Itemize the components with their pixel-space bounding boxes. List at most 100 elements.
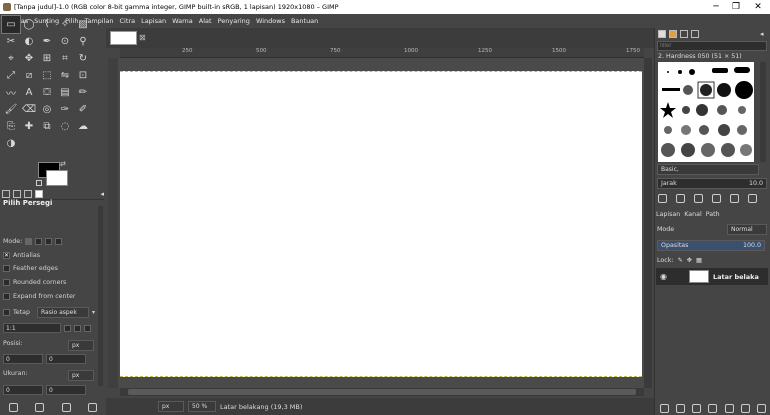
text-tool-icon[interactable]: A — [20, 84, 38, 101]
layer-opacity-slider[interactable]: Opasitas 100.0 — [657, 240, 765, 251]
dock-menu-icon[interactable]: ◂ — [760, 30, 764, 38]
unit-dropdown[interactable]: px — [158, 401, 184, 412]
crop-tool-icon[interactable]: ⌗ — [56, 50, 74, 67]
pencil-tool-icon[interactable]: ✏ — [74, 84, 92, 101]
cage-tool-icon[interactable]: ⊡ — [74, 67, 92, 84]
size-h-input[interactable]: 0 — [46, 385, 86, 395]
minimize-button[interactable]: ─ — [706, 0, 726, 14]
patterns-tab-icon[interactable] — [669, 30, 677, 38]
blur-tool-icon[interactable]: ◌ — [56, 118, 74, 135]
paintbrush-tool-icon[interactable]: 🖌 — [2, 101, 20, 118]
fonts-tab-icon[interactable] — [680, 30, 688, 38]
ratio-input[interactable]: 1:1 — [3, 323, 61, 333]
eraser-tool-icon[interactable]: ⌫ — [20, 101, 38, 118]
feather-checkbox[interactable] — [3, 265, 10, 272]
clone-tool-icon[interactable]: ⎘ — [2, 118, 20, 135]
color-picker-tool-icon[interactable]: ⊙ — [56, 33, 74, 50]
reset-options-icon[interactable] — [88, 403, 98, 412]
brush-grid-scrollbar[interactable] — [760, 62, 766, 162]
menu-alat[interactable]: Alat — [196, 17, 215, 25]
layer-mode-dropdown[interactable]: Normal — [727, 224, 767, 235]
feather-row[interactable]: Feather edges — [3, 265, 58, 272]
tab-path[interactable]: Path — [706, 211, 720, 218]
portrait-icon[interactable] — [74, 324, 81, 332]
alignment-tool-icon[interactable]: ⊞ — [38, 50, 56, 67]
ellipse-select-tool-icon[interactable]: ◯ — [20, 16, 38, 33]
lock-alpha-icon[interactable]: ▦ — [696, 257, 702, 264]
merge-layer-icon[interactable] — [741, 403, 751, 413]
menu-windows[interactable]: Windows — [253, 17, 288, 25]
mode-replace-icon[interactable] — [25, 238, 33, 245]
image-canvas[interactable] — [120, 71, 642, 377]
warp-tool-icon[interactable]: 〰 — [2, 84, 20, 101]
zoom-dropdown[interactable]: 50 % — [188, 401, 216, 412]
brush-grid[interactable] — [658, 62, 754, 162]
menu-penyaring[interactable]: Penyaring — [215, 17, 253, 25]
rect-select-tool-icon[interactable]: ▭ — [1, 15, 21, 34]
rounded-row[interactable]: Rounded corners — [3, 279, 66, 286]
bucket-fill-tool-icon[interactable]: ⛋ — [38, 84, 56, 101]
layer-list-item[interactable]: ◉ Latar belaka — [656, 268, 768, 285]
size-w-input[interactable]: 0 — [3, 385, 43, 395]
horizontal-scrollbar-thumb[interactable] — [128, 389, 636, 395]
new-layer-icon[interactable] — [659, 403, 669, 413]
tab-lapisan[interactable]: Lapisan — [656, 211, 680, 218]
tool-options-scrollbar[interactable] — [98, 206, 103, 386]
select-by-color-tool-icon[interactable]: ▨ — [74, 16, 92, 33]
landscape-icon[interactable] — [84, 324, 91, 332]
mode-subtract-icon[interactable] — [45, 238, 53, 245]
close-button[interactable]: ✕ — [748, 0, 768, 14]
new-group-icon[interactable] — [675, 403, 685, 413]
eye-icon[interactable]: ◉ — [660, 272, 667, 281]
new-brush-icon[interactable] — [676, 194, 685, 203]
tool-options-tab-icon[interactable] — [2, 189, 10, 198]
scale-tool-icon[interactable]: ⤢ — [2, 67, 20, 84]
fuzzy-select-tool-icon[interactable]: ✧ — [56, 16, 74, 33]
antialias-row[interactable]: ✕ Antialias — [3, 252, 40, 259]
swap-colors-icon[interactable]: ⇄ — [60, 160, 66, 168]
fixed-checkbox[interactable] — [3, 309, 10, 316]
menu-lapisan[interactable]: Lapisan — [138, 17, 169, 25]
restore-options-icon[interactable] — [35, 403, 45, 412]
measure-tool-icon[interactable]: ⌖ — [2, 50, 20, 67]
chevron-down-icon[interactable]: ▾ — [92, 309, 95, 316]
zoom-tool-icon[interactable]: ⚲ — [74, 33, 92, 50]
brushes-tab-icon[interactable] — [658, 30, 666, 38]
rounded-checkbox[interactable] — [3, 279, 10, 286]
position-unit-dropdown[interactable]: px — [68, 340, 94, 351]
default-colors-icon[interactable] — [36, 180, 42, 186]
images-tab-icon[interactable] — [35, 189, 43, 198]
undo-history-tab-icon[interactable] — [24, 189, 32, 198]
ink-tool-icon[interactable]: ✑ — [56, 101, 74, 118]
maximize-button[interactable]: ❐ — [726, 0, 746, 14]
expand-checkbox[interactable] — [3, 293, 10, 300]
lock-pixels-icon[interactable]: ✎ — [677, 257, 682, 264]
move-tool-icon[interactable]: ✥ — [20, 50, 38, 67]
brush-spacing-field[interactable]: Jarak 10.0 — [657, 178, 767, 189]
edit-brush-icon[interactable] — [658, 194, 667, 203]
free-select-tool-icon[interactable]: ⌇ — [38, 16, 56, 33]
flip-tool-icon[interactable]: ⇋ — [56, 67, 74, 84]
menu-bantuan[interactable]: Bantuan — [288, 17, 321, 25]
mypaint-tool-icon[interactable]: ✐ — [74, 101, 92, 118]
shear-tool-icon[interactable]: ⧄ — [20, 67, 38, 84]
mode-add-icon[interactable] — [35, 238, 43, 245]
save-options-icon[interactable] — [8, 403, 18, 412]
duplicate-brush-icon[interactable] — [694, 194, 703, 203]
mode-intersect-icon[interactable] — [55, 238, 63, 245]
perspective-clone-tool-icon[interactable]: ⧉ — [38, 118, 56, 135]
heal-tool-icon[interactable]: ✚ — [20, 118, 38, 135]
position-x-input[interactable]: 0 — [3, 354, 43, 364]
vertical-scrollbar[interactable] — [644, 58, 652, 388]
menu-citra[interactable]: Citra — [117, 17, 139, 25]
image-tab-close-icon[interactable]: ⊠ — [139, 33, 146, 42]
antialias-checkbox[interactable]: ✕ — [3, 252, 10, 259]
expand-row[interactable]: Expand from center — [3, 293, 75, 300]
size-unit-dropdown[interactable]: px — [68, 370, 94, 381]
perspective-tool-icon[interactable]: ⬚ — [38, 67, 56, 84]
tab-kanal[interactable]: Kanal — [684, 211, 701, 218]
gradients-tab-icon[interactable] — [691, 30, 699, 38]
ratio-clear-icon[interactable] — [64, 324, 71, 332]
refresh-brushes-icon[interactable] — [730, 194, 739, 203]
image-tab-thumbnail[interactable] — [110, 31, 137, 45]
